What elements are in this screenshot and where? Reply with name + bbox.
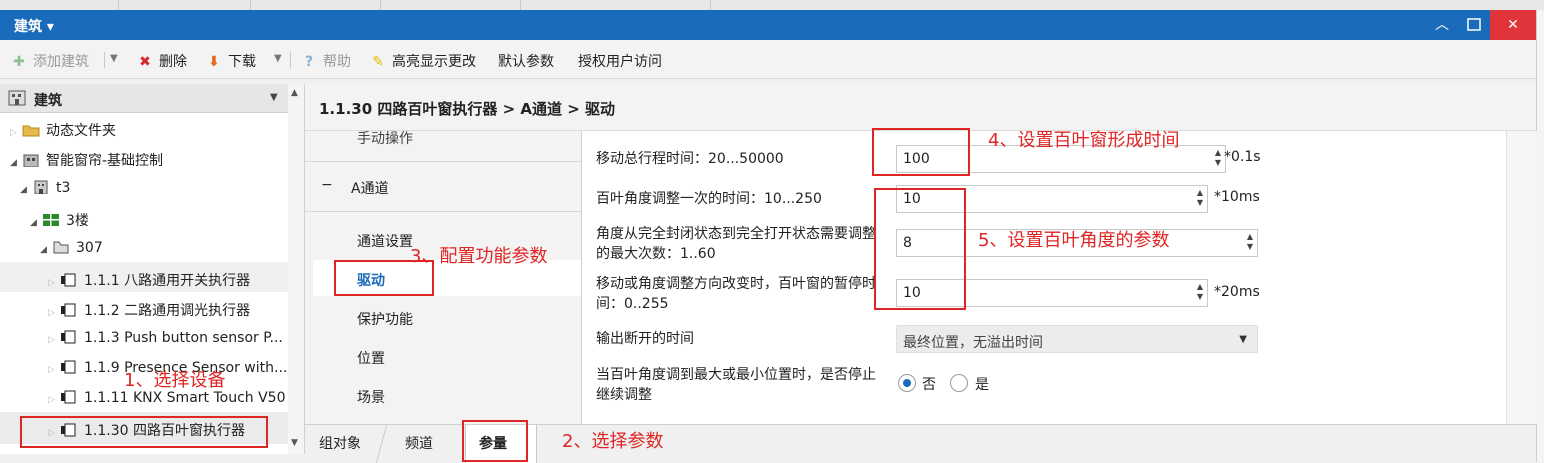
annotation-step-1: 1、选择设备 — [124, 370, 226, 391]
nav-item-position[interactable]: 位置 — [357, 348, 385, 368]
output-off-select[interactable]: 最终位置，无溢出时间 ▼ — [896, 325, 1258, 353]
annotation-step-2: 2、选择参数 — [562, 431, 664, 452]
window-right-edge — [1536, 10, 1544, 462]
tab-group-objects[interactable]: 组对象 — [319, 433, 361, 453]
stop-adjust-label: 当百叶角度调到最大或最小位置时，是否停止 — [596, 367, 876, 383]
parameter-content: 移动总行程时间：20...50000 100 ▲ ▼ *0.1s 百叶角度调整一次… — [582, 131, 1506, 424]
toolbar: ✚ 添加建筑 ▼ ✖ 删除 ⬇ 下载 ▼ ? 帮助 ✎ 高亮显示更改 默认参数 授权用户访… — [0, 40, 1536, 79]
annotation-box-params-tab — [462, 420, 528, 462]
plus-icon: ✚ — [13, 54, 25, 70]
nav-item-channel-settings[interactable]: 通道设置 — [357, 231, 413, 251]
spinner-icon[interactable]: ▲ ▼ — [1197, 188, 1203, 208]
move-time-unit: *0.1s — [1224, 149, 1261, 165]
tree-item-t3[interactable]: ◢ t3 — [20, 180, 70, 202]
chevron-down-icon[interactable]: ▼ — [270, 92, 278, 103]
spinner-icon[interactable]: ▲ ▼ — [1215, 148, 1221, 168]
tree-item-device[interactable]: ▷ 1.1.1 八路通用开关执行器 — [48, 270, 250, 292]
tree-item-room[interactable]: ◢ 307 — [40, 240, 103, 262]
output-off-label: 输出断开的时间 — [596, 331, 694, 347]
authorize-access-button[interactable]: 授权用户访问 — [578, 51, 662, 70]
tree-item-floor[interactable]: ◢ 3楼 — [30, 210, 89, 232]
radio-no[interactable] — [898, 374, 916, 392]
nav-channel-a[interactable]: A通道 — [351, 178, 389, 198]
breadcrumb: 1.1.30 四路百叶窗执行器 > A通道 > 驱动 — [319, 100, 616, 118]
annotation-box-device — [20, 416, 268, 448]
arrow-down-icon[interactable]: ▼ — [291, 438, 298, 448]
add-building-button[interactable]: ✚ 添加建筑 — [10, 51, 89, 70]
folder-icon — [22, 125, 40, 137]
pause-label: 移动或角度调整方向改变时，百叶窗的暂停时 — [596, 276, 876, 292]
window-title[interactable]: 建筑 ▾ — [14, 16, 54, 36]
highlight-changes-button[interactable]: ✎ 高亮显示更改 — [369, 51, 476, 70]
building-header-icon — [8, 90, 26, 106]
chevron-up-icon[interactable]: ︿ — [1426, 10, 1458, 40]
device-icon — [61, 303, 76, 317]
default-params-button[interactable]: 默认参数 — [498, 51, 554, 70]
nav-item-protection[interactable]: 保护功能 — [357, 309, 413, 329]
tree-item-dynamic-folder[interactable]: ▷ 动态文件夹 — [10, 120, 116, 142]
download-icon: ⬇ — [208, 54, 220, 70]
tree-header: 建筑 ▼ — [0, 84, 288, 113]
annotation-step-3: 3、配置功能参数 — [410, 246, 548, 267]
collapse-icon[interactable]: − — [321, 177, 333, 193]
radio-yes-label: 是 — [975, 377, 989, 393]
max-count-label-2: 的最大次数：1..60 — [596, 246, 716, 262]
pause-unit: *20ms — [1214, 284, 1260, 300]
content-scrollbar[interactable] — [1506, 131, 1537, 424]
highlighter-icon: ✎ — [372, 54, 384, 70]
help-button[interactable]: ? 帮助 — [300, 51, 351, 70]
chevron-down-icon[interactable]: ▼ — [274, 53, 282, 64]
radio-no-label: 否 — [922, 377, 936, 393]
tree-item-device[interactable]: ▷ 1.1.2 二路通用调光执行器 — [48, 300, 250, 322]
chevron-down-icon[interactable]: ▼ — [110, 53, 118, 64]
tree-item-project[interactable]: ◢ 智能窗帘-基础控制 — [10, 150, 163, 172]
floor-icon — [43, 214, 59, 226]
delete-button[interactable]: ✖ 删除 — [136, 51, 187, 70]
delete-icon: ✖ — [139, 54, 151, 70]
building-tree-panel: 建筑 ▼ ▷ 动态文件夹 ◢ 智能窗帘-基础控制 ◢ t3 ◢ 3楼 ◢ 307 ▷ 1.1… — [0, 84, 289, 454]
device-icon — [61, 330, 76, 344]
nav-item-scene[interactable]: 场景 — [357, 387, 385, 407]
download-button[interactable]: ⬇ 下载 — [205, 51, 256, 70]
annotation-step-5: 5、设置百叶角度的参数 — [978, 230, 1170, 251]
building-icon — [23, 154, 39, 167]
device-icon — [61, 390, 76, 404]
tree-item-device[interactable]: ▷ 1.1.3 Push button sensor P... — [48, 330, 283, 352]
annotation-box-move-time — [872, 128, 970, 176]
device-icon — [61, 273, 76, 287]
radio-yes[interactable] — [950, 374, 968, 392]
help-icon: ? — [304, 54, 314, 70]
annotation-step-4: 4、设置百叶窗形成时间 — [988, 130, 1180, 151]
arrow-up-icon[interactable]: ▲ — [291, 88, 298, 98]
angle-step-label: 百叶角度调整一次的时间：10...250 — [596, 191, 822, 207]
building-icon — [34, 180, 48, 194]
max-count-label: 角度从完全封闭状态到完全打开状态需要调整 — [596, 226, 876, 242]
nav-item-manual[interactable]: 手动操作 — [357, 131, 413, 148]
window-titlebar: 建筑 ▾ ︿ ✕ — [0, 10, 1536, 40]
tree-header-title: 建筑 — [34, 93, 62, 109]
tree-item-device[interactable]: ▷ 1.1.11 KNX Smart Touch V50 — [48, 390, 286, 412]
maximize-icon[interactable] — [1458, 10, 1490, 40]
close-icon[interactable]: ✕ — [1490, 10, 1536, 40]
tree-scrollbar[interactable]: ▲ ▼ — [288, 84, 305, 454]
stop-adjust-label-2: 继续调整 — [596, 387, 652, 403]
spinner-icon[interactable]: ▲ ▼ — [1197, 282, 1203, 302]
spinner-icon[interactable]: ▲ ▼ — [1247, 232, 1253, 252]
chevron-down-icon: ▼ — [1239, 334, 1247, 345]
annotation-box-angle — [874, 188, 966, 310]
device-icon — [61, 360, 76, 374]
move-time-label: 移动总行程时间：20...50000 — [596, 151, 784, 167]
breadcrumb-bar: 1.1.30 四路百叶窗执行器 > A通道 > 驱动 — [305, 84, 1536, 131]
room-icon — [53, 241, 69, 254]
tab-channels[interactable]: 频道 — [405, 433, 433, 453]
pause-label-2: 间：0..255 — [596, 296, 669, 312]
angle-step-unit: *10ms — [1214, 189, 1260, 205]
